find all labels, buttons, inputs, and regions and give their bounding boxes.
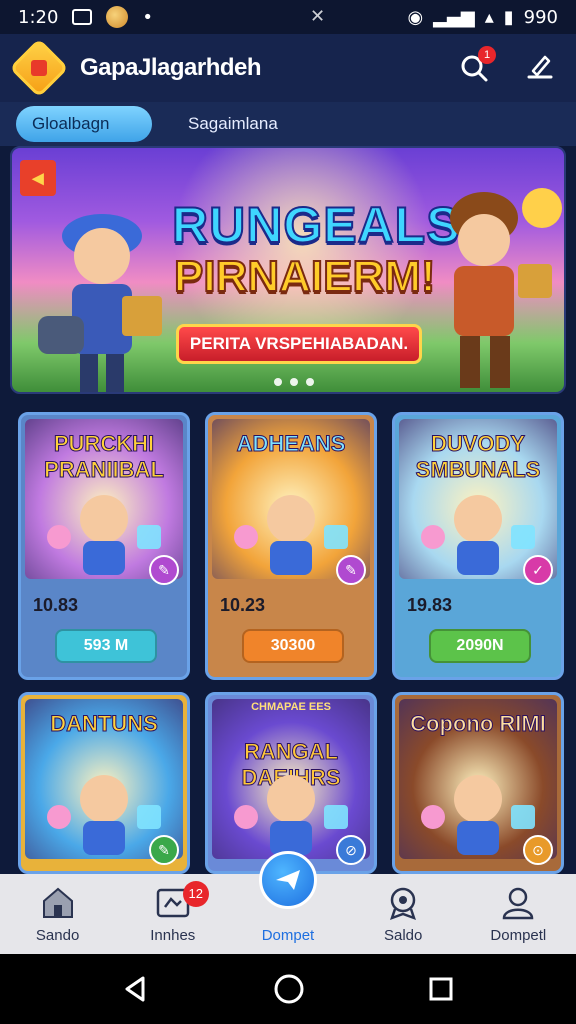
nav-item-innhes[interactable]: 12 Innhes: [123, 881, 223, 944]
hero-character-right: [450, 188, 562, 388]
category-tabs: Gloalbagn Sagaimlana: [0, 102, 576, 146]
nav-label-dompet: Dompet: [261, 927, 315, 944]
hero-title-line1: RUNGEALS: [171, 196, 461, 254]
game-card[interactable]: DUVODY SMBUNALS ✓ 19.83 2090N: [392, 412, 564, 680]
nav-label-innhes: Innhes: [150, 927, 196, 944]
signal-icon: ▂▄▆: [433, 6, 475, 28]
edit-icon: [527, 55, 553, 79]
nav-label-saldo: Saldo: [383, 927, 423, 944]
status-time: 1:20: [18, 6, 59, 28]
game-card-badge-icon[interactable]: ⊘: [336, 835, 366, 865]
game-card[interactable]: PURCKHI PRANIIBAL ✎ 10.83 593 M: [18, 412, 190, 680]
game-card-badge-icon[interactable]: ✓: [523, 555, 553, 585]
app-header: GapaJlagarhdeh 1: [0, 34, 576, 102]
nav-label-dompetl: Dompetl: [490, 927, 547, 944]
game-card-price: 10.83: [33, 595, 79, 615]
back-icon[interactable]: [121, 974, 151, 1004]
nav-item-dompetl[interactable]: Dompetl: [468, 885, 568, 944]
hero-title-line2: PIRNAIERM!: [173, 251, 437, 302]
system-nav-bar: [0, 954, 576, 1024]
carousel-dots[interactable]: [274, 378, 314, 386]
battery-level: 990: [523, 6, 558, 28]
nav-item-dompet[interactable]: Dompet: [238, 851, 338, 944]
badge-icon: [390, 887, 417, 921]
tab-sagaimlana[interactable]: Sagaimlana: [172, 106, 294, 142]
person-icon: [503, 887, 534, 920]
game-card-price: 19.83: [407, 595, 453, 615]
game-card[interactable]: ADHEANS ✎ 10.23 30300: [205, 412, 377, 680]
hero-banner[interactable]: ◂ RUNGEALS PIRNAIERM! PERITA VRSPEHIABAD…: [10, 146, 566, 394]
notification-badge: 1: [478, 46, 496, 64]
search-button[interactable]: 1: [456, 46, 496, 86]
back-arrow-icon[interactable]: ◂: [20, 160, 56, 196]
game-card[interactable]: DANTUNS ✎19.83: [18, 692, 190, 874]
send-icon: [258, 851, 317, 909]
app-title: GapaJlagarhdeh: [80, 54, 262, 81]
game-card-button[interactable]: 30300: [242, 629, 344, 663]
nav-label-sando: Sando: [35, 927, 80, 944]
hero-character-left: [38, 214, 162, 392]
wifi-icon: ▴: [484, 6, 494, 28]
nav-item-sando[interactable]: Sando: [8, 885, 108, 944]
game-card-price: 10.23: [220, 595, 266, 615]
game-card-badge-icon[interactable]: ✎: [149, 835, 179, 865]
alarm-icon: ◉: [407, 6, 424, 28]
nav-badge: 12: [182, 881, 209, 907]
home-circle-icon[interactable]: [273, 973, 305, 1005]
game-card-badge-icon[interactable]: ⊙: [523, 835, 553, 865]
app-logo-icon[interactable]: [9, 38, 69, 98]
game-card-badge-icon[interactable]: ✎: [336, 555, 366, 585]
app-avatar-icon: [106, 6, 129, 28]
mute-icon: ✕: [310, 6, 326, 27]
game-card[interactable]: Copono RIMI ⊙29.95: [392, 692, 564, 874]
battery-icon: ▮: [503, 6, 514, 28]
more-dots-icon: •: [142, 6, 154, 28]
recents-icon[interactable]: [427, 975, 455, 1003]
edit-button[interactable]: [522, 50, 558, 86]
home-icon: [42, 887, 73, 918]
game-card-button[interactable]: 2090N: [429, 629, 531, 663]
bottom-nav: Sando 12 Innhes Dompet Saldo Dompetl: [0, 851, 576, 954]
game-card-badge-icon[interactable]: ✎: [149, 555, 179, 585]
game-card-button[interactable]: 593 M: [55, 629, 157, 663]
status-bar: 1:20 • ✕ ◉ ▂▄▆ ▴ ▮ 990: [0, 0, 576, 34]
game-card[interactable]: CHMAPAE EESRANGAL DAEIHRS ⊘11.57: [205, 692, 377, 874]
hero-cta-button[interactable]: PERITA VRSPEHIABADAN.: [176, 324, 422, 364]
nav-item-saldo[interactable]: Saldo: [353, 885, 453, 944]
tab-gloalbagn[interactable]: Gloalbagn: [16, 106, 152, 142]
screenshot-icon: [72, 9, 93, 25]
